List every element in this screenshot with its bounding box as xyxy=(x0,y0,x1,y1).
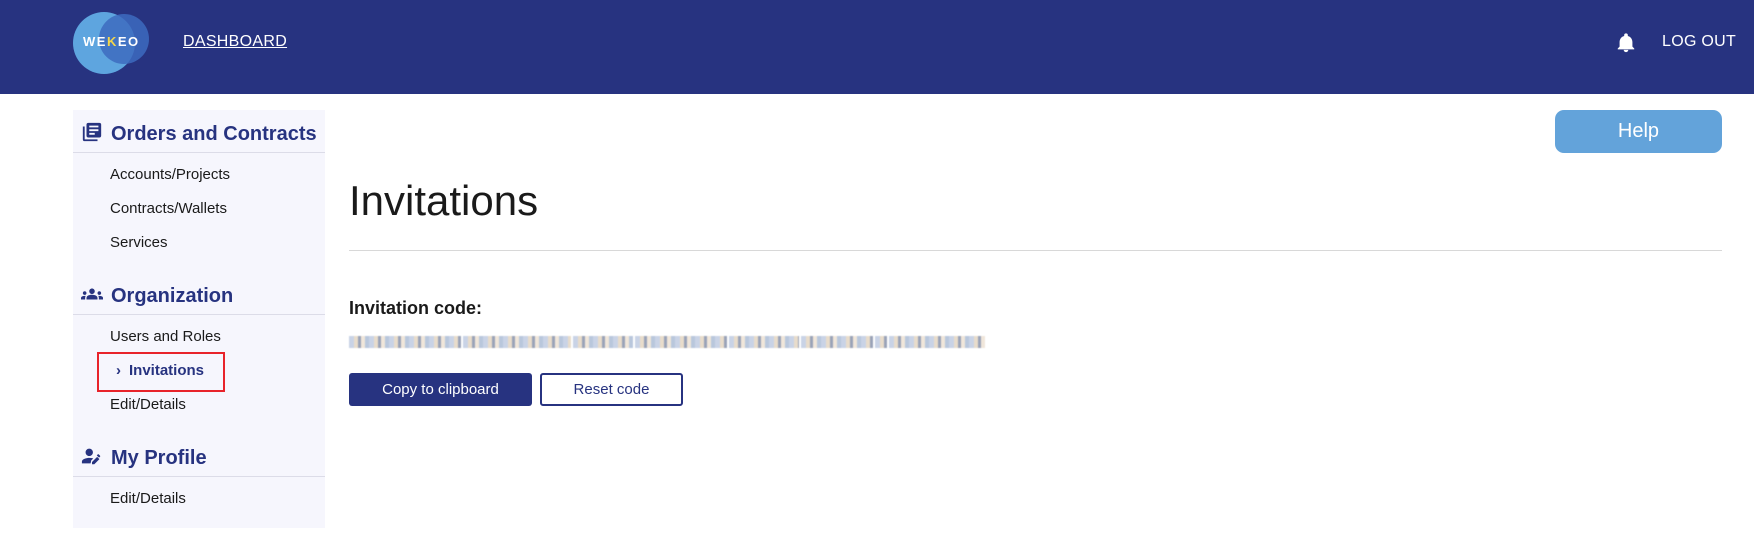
page-title: Invitations xyxy=(349,177,539,224)
redacted-segment xyxy=(349,336,461,348)
section-divider xyxy=(73,314,325,315)
group-icon xyxy=(81,283,103,310)
wekeo-logo[interactable]: WEKEO xyxy=(73,12,153,74)
bell-icon[interactable] xyxy=(1615,31,1637,55)
section-divider xyxy=(73,152,325,153)
section-title: Organization xyxy=(111,285,234,307)
section-divider xyxy=(73,476,325,477)
invitation-code-label: Invitation code: xyxy=(349,298,483,318)
redacted-segment xyxy=(573,336,633,348)
user-edit-icon xyxy=(81,445,103,472)
document-list-icon xyxy=(81,121,103,148)
redacted-segment xyxy=(729,336,799,348)
sidebar-item-profile-edit-details[interactable]: Edit/Details xyxy=(110,490,186,507)
sidebar-item-contracts-wallets[interactable]: Contracts/Wallets xyxy=(110,200,227,217)
sidebar-item-users-and-roles[interactable]: Users and Roles xyxy=(110,328,221,345)
redacted-segment xyxy=(635,336,727,348)
copy-to-clipboard-button[interactable]: Copy to clipboard xyxy=(349,373,532,406)
highlight-box xyxy=(97,352,225,392)
redacted-segment xyxy=(889,336,985,348)
logout-link[interactable]: LOG OUT xyxy=(1662,33,1736,51)
section-my-profile[interactable]: My Profile xyxy=(81,445,207,472)
reset-code-button[interactable]: Reset code xyxy=(540,373,683,406)
logo-text: WEKEO xyxy=(83,34,140,49)
top-navigation-bar: WEKEO DASHBOARD LOG OUT xyxy=(0,0,1754,94)
section-title: My Profile xyxy=(111,447,207,469)
section-orders-and-contracts[interactable]: Orders and Contracts xyxy=(81,121,317,148)
redacted-segment xyxy=(875,336,887,348)
sidebar-item-accounts-projects[interactable]: Accounts/Projects xyxy=(110,166,230,183)
help-button[interactable]: Help xyxy=(1555,110,1722,153)
dashboard-link[interactable]: DASHBOARD xyxy=(183,33,287,51)
section-organization[interactable]: Organization xyxy=(81,283,233,310)
title-divider xyxy=(349,250,1722,251)
sidebar-item-services[interactable]: Services xyxy=(110,234,168,251)
redacted-segment xyxy=(801,336,873,348)
invitation-code-redacted xyxy=(349,333,985,351)
redacted-segment xyxy=(463,336,571,348)
section-title: Orders and Contracts xyxy=(111,123,317,145)
sidebar: Orders and Contracts Accounts/Projects C… xyxy=(73,110,325,528)
sidebar-item-edit-details[interactable]: Edit/Details xyxy=(110,396,186,413)
